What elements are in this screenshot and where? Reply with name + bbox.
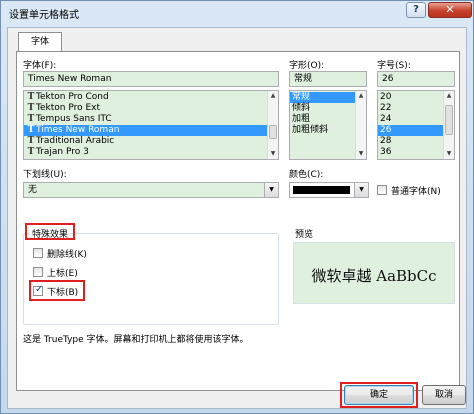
- list-item-label: Tekton Pro Cond: [36, 92, 109, 102]
- scroll-up-icon[interactable]: ▲: [444, 91, 454, 101]
- list-item-label: 加粗倾斜: [292, 125, 329, 135]
- list-item-label: 20: [380, 92, 392, 102]
- tab-font[interactable]: 字体: [18, 32, 62, 52]
- title-bar: 设置单元格格式 ? ✕: [1, 1, 473, 23]
- underline-value: 无: [28, 185, 38, 195]
- dialog-body: 字体 字体(F): Times New Roman T Tekton Pro Co…: [7, 27, 467, 409]
- scroll-up-icon[interactable]: ▲: [356, 91, 366, 101]
- list-item-label: 22: [380, 103, 392, 113]
- list-item[interactable]: T Trajan Pro 3: [24, 147, 278, 158]
- list-item-label: Times New Roman: [36, 125, 120, 135]
- list-item-label: 常规: [292, 92, 311, 102]
- size-label: 字号(S):: [377, 61, 411, 71]
- scroll-down-icon[interactable]: ▼: [268, 149, 278, 159]
- size-list[interactable]: 20 22 24 26 28 36 ▲ ▼: [377, 90, 455, 160]
- truetype-icon: T: [27, 92, 35, 102]
- underline-select[interactable]: 无 ▼: [23, 182, 279, 198]
- list-item-label: Traditional Arabic: [36, 136, 115, 146]
- style-input[interactable]: 常规: [289, 71, 367, 87]
- superscript-label: 上标(E): [47, 269, 78, 279]
- truetype-icon: T: [27, 136, 35, 146]
- truetype-icon: T: [27, 147, 35, 157]
- list-item-label: 24: [380, 114, 392, 124]
- list-item-label: Tempus Sans ITC: [36, 114, 112, 124]
- font-tab-panel: 字体(F): Times New Roman T Tekton Pro Cond T…: [16, 51, 460, 391]
- strikethrough-checkbox[interactable]: [33, 248, 43, 258]
- font-list[interactable]: T Tekton Pro Cond T Tekton Pro Ext T Tempus S…: [23, 90, 279, 160]
- color-swatch: [293, 186, 350, 194]
- normal-font-label: 普通字体(N): [391, 187, 441, 197]
- list-item[interactable]: T Traditional Arabic: [24, 136, 278, 147]
- highlight-effects-label: [25, 223, 75, 240]
- truetype-icon: T: [27, 125, 35, 135]
- info-text: 这是 TrueType 字体。屏幕和打印机上都将使用该字体。: [23, 335, 249, 345]
- help-button[interactable]: ?: [406, 2, 426, 18]
- color-select[interactable]: ▼: [289, 182, 369, 198]
- cancel-button[interactable]: 取消: [422, 385, 466, 405]
- size-input[interactable]: 26: [377, 71, 455, 87]
- list-item-label: 加粗: [292, 114, 311, 124]
- preview-box: 微软卓越 AaBbCc: [293, 242, 455, 304]
- format-cells-dialog: 设置单元格格式 ? ✕ 字体 字体(F): Times New Roman TT…: [0, 0, 474, 414]
- list-item[interactable]: T Tempus Sans ITC: [24, 114, 278, 125]
- scroll-down-icon[interactable]: ▼: [444, 149, 454, 159]
- highlight-ok-button: [340, 382, 418, 408]
- dialog-title: 设置单元格格式: [9, 10, 79, 21]
- style-list[interactable]: 常规 倾斜 加粗 加粗倾斜 ▲ ▼: [289, 90, 367, 160]
- preview-label: 预览: [295, 230, 314, 240]
- strikethrough-label: 删除线(K): [47, 250, 87, 260]
- font-list-scrollbar[interactable]: ▲ ▼: [267, 91, 278, 159]
- list-item-label: 26: [380, 125, 392, 135]
- color-label: 颜色(C):: [289, 170, 324, 180]
- list-item-label: Tekton Pro Ext: [36, 103, 100, 113]
- font-label: 字体(F):: [23, 61, 57, 71]
- style-list-scrollbar[interactable]: ▲ ▼: [355, 91, 366, 159]
- style-label: 字形(O):: [289, 61, 325, 71]
- preview-text: 微软卓越 AaBbCc: [311, 267, 437, 285]
- size-list-scrollbar[interactable]: ▲ ▼: [443, 91, 454, 159]
- dropdown-arrow-icon[interactable]: ▼: [264, 183, 278, 197]
- list-item[interactable]: T Times New Roman: [24, 125, 278, 136]
- underline-label: 下划线(U):: [23, 170, 67, 180]
- scroll-thumb[interactable]: [269, 125, 277, 139]
- superscript-checkbox[interactable]: [33, 267, 43, 277]
- dropdown-arrow-icon[interactable]: ▼: [354, 183, 368, 197]
- list-item[interactable]: T Tekton Pro Cond: [24, 92, 278, 103]
- font-name-input[interactable]: Times New Roman: [23, 71, 279, 87]
- scroll-thumb[interactable]: [445, 105, 453, 135]
- scroll-down-icon[interactable]: ▼: [356, 149, 366, 159]
- list-item-label: 倾斜: [292, 103, 311, 113]
- close-button[interactable]: ✕: [428, 2, 472, 18]
- normal-font-checkbox[interactable]: [377, 185, 387, 195]
- truetype-icon: T: [27, 103, 35, 113]
- list-item-label: Trajan Pro 3: [36, 147, 89, 157]
- highlight-subscript: [29, 280, 85, 301]
- list-item-label: 28: [380, 136, 392, 146]
- list-item[interactable]: T Tekton Pro Ext: [24, 103, 278, 114]
- scroll-up-icon[interactable]: ▲: [268, 91, 278, 101]
- truetype-icon: T: [27, 114, 35, 124]
- list-item-label: 36: [380, 147, 392, 157]
